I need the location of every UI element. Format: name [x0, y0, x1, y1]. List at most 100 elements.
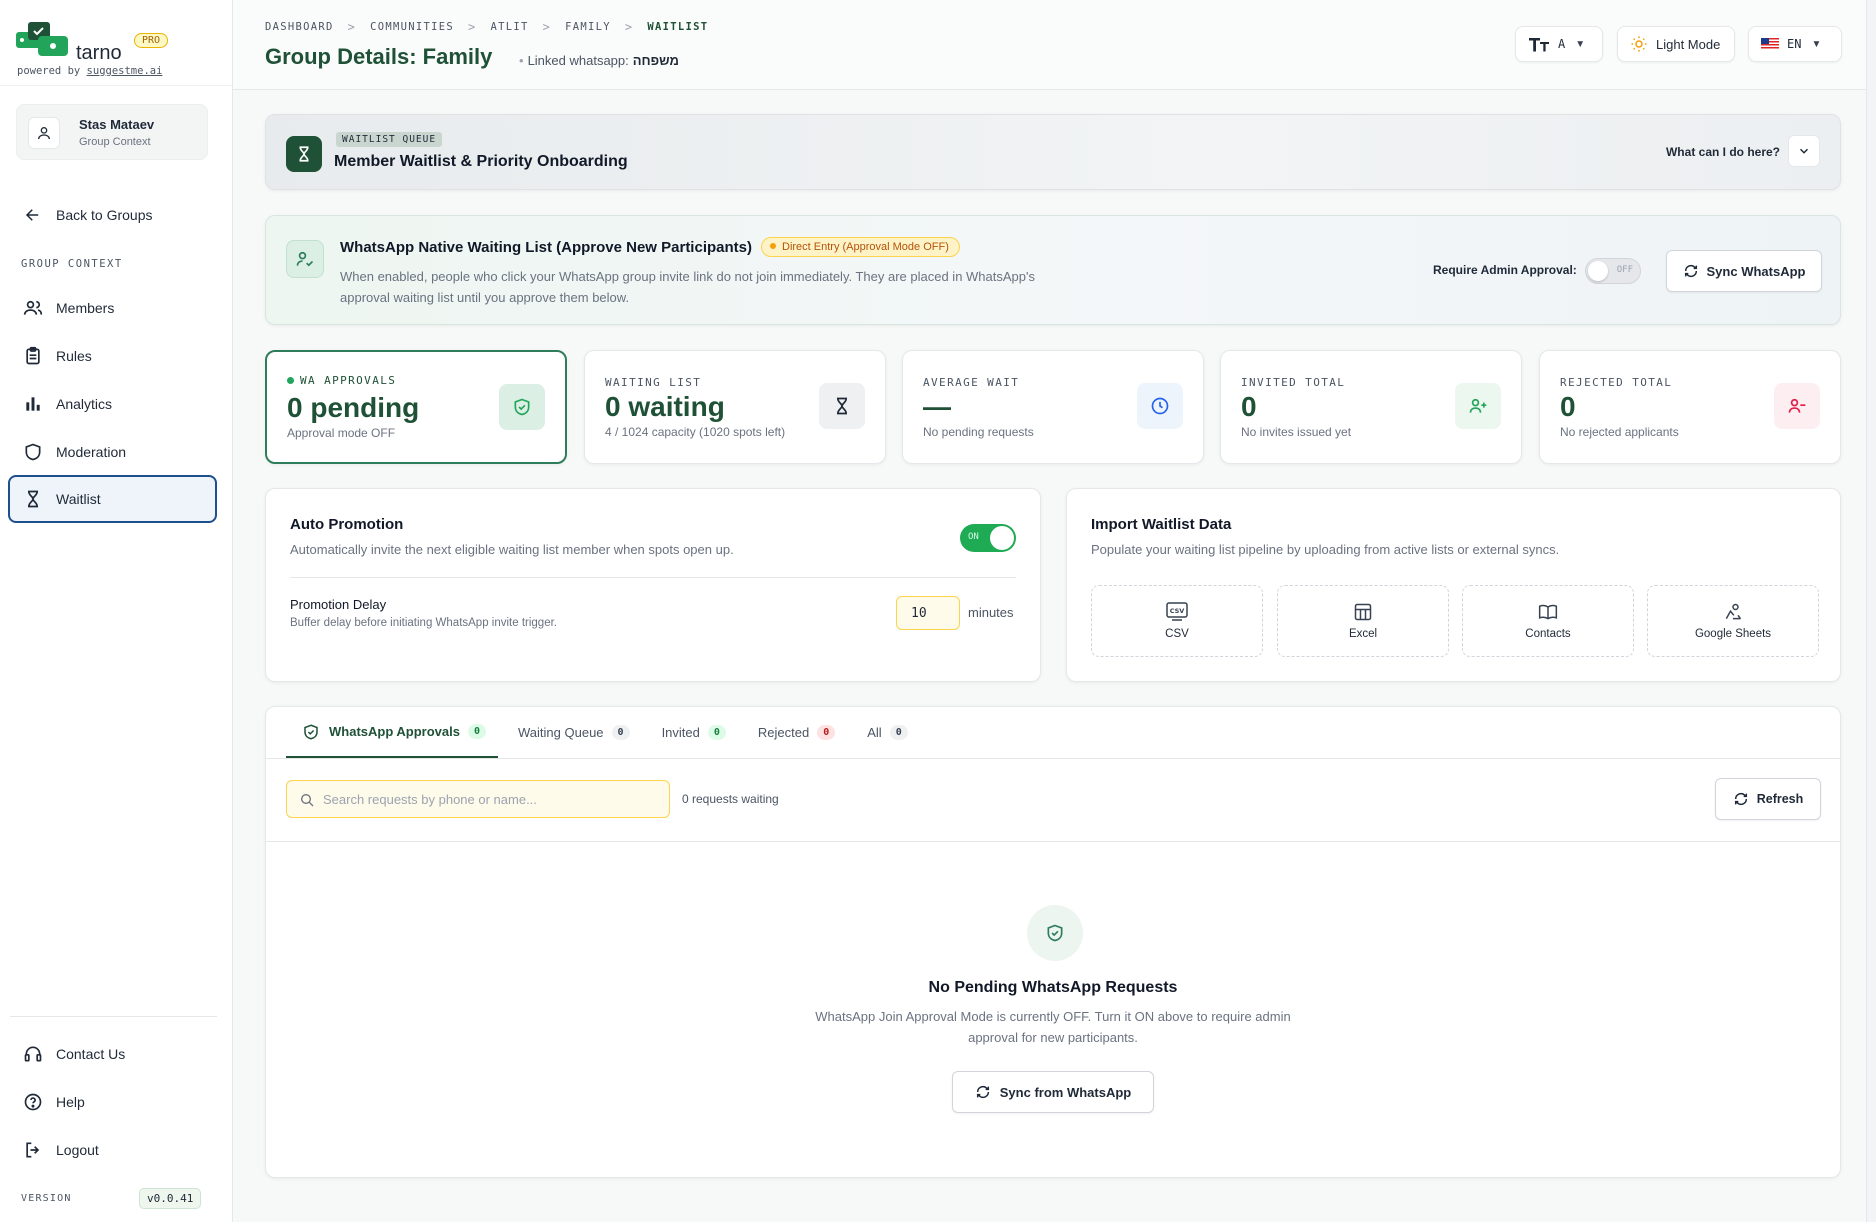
logout-link[interactable]: Logout	[8, 1128, 217, 1172]
sidebar-item-moderation[interactable]: Moderation	[8, 430, 217, 474]
auto-promotion-description: Automatically invite the next eligible w…	[290, 542, 734, 557]
help-text[interactable]: What can I do here?	[1666, 145, 1780, 159]
sync-from-whatsapp-label: Sync from WhatsApp	[999, 1084, 1132, 1100]
breadcrumb-item[interactable]: DASHBOARD	[265, 21, 334, 33]
linked-value: משפחה	[632, 53, 679, 68]
user-role: Group Context	[79, 136, 151, 148]
divider	[266, 841, 1840, 842]
breadcrumb-item[interactable]: FAMILY	[565, 21, 611, 33]
breadcrumb-item[interactable]: COMMUNITIES	[370, 21, 454, 33]
page-scrollbar[interactable]	[1866, 0, 1876, 1222]
powered-by: powered by suggestme.ai	[17, 65, 162, 77]
theme-label: Light Mode	[1656, 36, 1721, 52]
refresh-label: Refresh	[1756, 792, 1804, 806]
import-contacts-button[interactable]: Contacts	[1462, 585, 1634, 657]
tab-waiting-queue[interactable]: Waiting Queue 0	[502, 707, 642, 758]
tab-count-badge: 0	[817, 725, 836, 740]
language-dropdown[interactable]: EN ▼	[1748, 26, 1842, 62]
user-card[interactable]: Stas Mataev Group Context	[16, 104, 208, 160]
tab-label: Waiting Queue	[518, 725, 604, 740]
import-excel-button[interactable]: Excel	[1277, 585, 1449, 657]
stat-label: REJECTED TOTAL	[1560, 376, 1673, 389]
sync-icon	[1684, 264, 1697, 278]
back-to-groups-link[interactable]: Back to Groups	[8, 193, 217, 237]
page-title: Group Details: Family	[265, 44, 493, 69]
waitlist-queue-tag: WAITLIST QUEUE	[336, 132, 443, 147]
language-value: EN	[1787, 37, 1802, 51]
brand[interactable]: tarno PRO powered by suggestme.ai	[16, 18, 216, 84]
promotion-delay-description: Buffer delay before initiating WhatsApp …	[290, 617, 557, 629]
tarno-logo-icon	[16, 22, 68, 56]
tab-count-badge: 0	[707, 725, 726, 740]
stat-card-wa-approvals[interactable]: WA APPROVALS 0 pending Approval mode OFF	[265, 350, 567, 464]
sheets-sync-icon	[1722, 602, 1744, 622]
search-input[interactable]	[323, 781, 663, 817]
stat-label-text: WA APPROVALS	[300, 374, 397, 387]
hourglass-icon	[22, 488, 44, 510]
stat-value: 0	[1560, 391, 1576, 422]
linked-label: Linked whatsapp:	[527, 53, 629, 68]
import-csv-button[interactable]: CSV CSV	[1091, 585, 1263, 657]
help-label: Help	[56, 1094, 85, 1110]
tab-rejected[interactable]: Rejected 0	[742, 707, 847, 758]
chevron-right-icon: >	[347, 20, 357, 34]
breadcrumb-item[interactable]: ATLIT	[491, 21, 529, 33]
tab-whatsapp-approvals[interactable]: WhatsApp Approvals 0	[286, 707, 499, 758]
sidebar-item-analytics[interactable]: Analytics	[8, 382, 217, 426]
refresh-button[interactable]: Refresh	[1715, 778, 1821, 820]
version-label: VERSION	[21, 1193, 72, 1204]
stat-card-average-wait[interactable]: AVERAGE WAIT — No pending requests	[902, 350, 1204, 464]
tab-label: Rejected	[757, 725, 810, 740]
contact-us-link[interactable]: Contact Us	[8, 1032, 217, 1076]
stat-card-waiting-list[interactable]: WAITING LIST 0 waiting 4 / 1024 capacity…	[584, 350, 886, 464]
sync-from-whatsapp-button[interactable]: Sync from WhatsApp	[952, 1071, 1154, 1113]
back-label: Back to Groups	[56, 207, 153, 223]
import-google-sheets-button[interactable]: Google Sheets	[1647, 585, 1819, 657]
font-size-dropdown[interactable]: A ▼	[1515, 26, 1603, 62]
stat-card-invited-total[interactable]: INVITED TOTAL 0 No invites issued yet	[1220, 350, 1522, 464]
sidebar-item-waitlist[interactable]: Waitlist	[8, 475, 217, 523]
user-plus-icon	[1455, 383, 1501, 429]
sidebar-item-label: Rules	[56, 348, 92, 364]
auto-promotion-title: Auto Promotion	[290, 516, 404, 533]
import-option-label: CSV	[1165, 628, 1189, 640]
chevron-down-icon	[1799, 148, 1809, 154]
sidebar-item-label: Analytics	[56, 396, 113, 412]
us-flag-icon	[1761, 38, 1779, 50]
help-circle-icon	[22, 1091, 44, 1113]
book-open-icon	[1537, 602, 1559, 622]
tab-invited[interactable]: Invited 0	[646, 707, 738, 758]
delay-value: 10	[911, 605, 927, 621]
stat-sub: No pending requests	[923, 425, 1034, 439]
table-icon	[1353, 602, 1373, 622]
tab-all[interactable]: All 0	[851, 707, 919, 758]
powered-link[interactable]: suggestme.ai	[87, 65, 163, 77]
toggle-knob	[1588, 261, 1608, 281]
sidebar-item-members[interactable]: Members	[8, 286, 217, 330]
sidebar-item-rules[interactable]: Rules	[8, 334, 217, 378]
promotion-delay-input[interactable]: 10	[896, 596, 960, 630]
stat-card-rejected-total[interactable]: REJECTED TOTAL 0 No rejected applicants	[1539, 350, 1841, 464]
sidebar-divider	[10, 1016, 217, 1017]
csv-file-icon: CSV	[1166, 602, 1188, 622]
requests-count: 0 requests waiting	[682, 792, 779, 806]
bar-chart-icon	[22, 393, 44, 415]
pro-badge: PRO	[134, 33, 169, 48]
stat-label: AVERAGE WAIT	[923, 376, 1020, 389]
help-link[interactable]: Help	[8, 1080, 217, 1124]
user-avatar-icon	[28, 117, 60, 149]
breadcrumb-current: WAITLIST	[647, 21, 709, 33]
top-header: DASHBOARD > COMMUNITIES > ATLIT > FAMILY…	[233, 0, 1876, 90]
stat-label: WA APPROVALS	[287, 374, 396, 387]
svg-text:CSV: CSV	[1170, 607, 1185, 615]
auto-promotion-toggle[interactable]: ON	[960, 524, 1016, 552]
expand-help-button[interactable]	[1788, 135, 1820, 167]
empty-state-title: No Pending WhatsApp Requests	[928, 979, 1178, 996]
toggle-state-text: ON	[968, 532, 979, 542]
require-approval-toggle[interactable]: OFF	[1585, 258, 1641, 284]
theme-toggle-button[interactable]: Light Mode	[1617, 26, 1735, 62]
stat-sub: No invites issued yet	[1241, 425, 1352, 439]
sync-whatsapp-button[interactable]: Sync WhatsApp	[1666, 250, 1822, 292]
import-waitlist-card: Import Waitlist Data Populate your waiti…	[1066, 488, 1841, 682]
search-box	[286, 780, 670, 818]
